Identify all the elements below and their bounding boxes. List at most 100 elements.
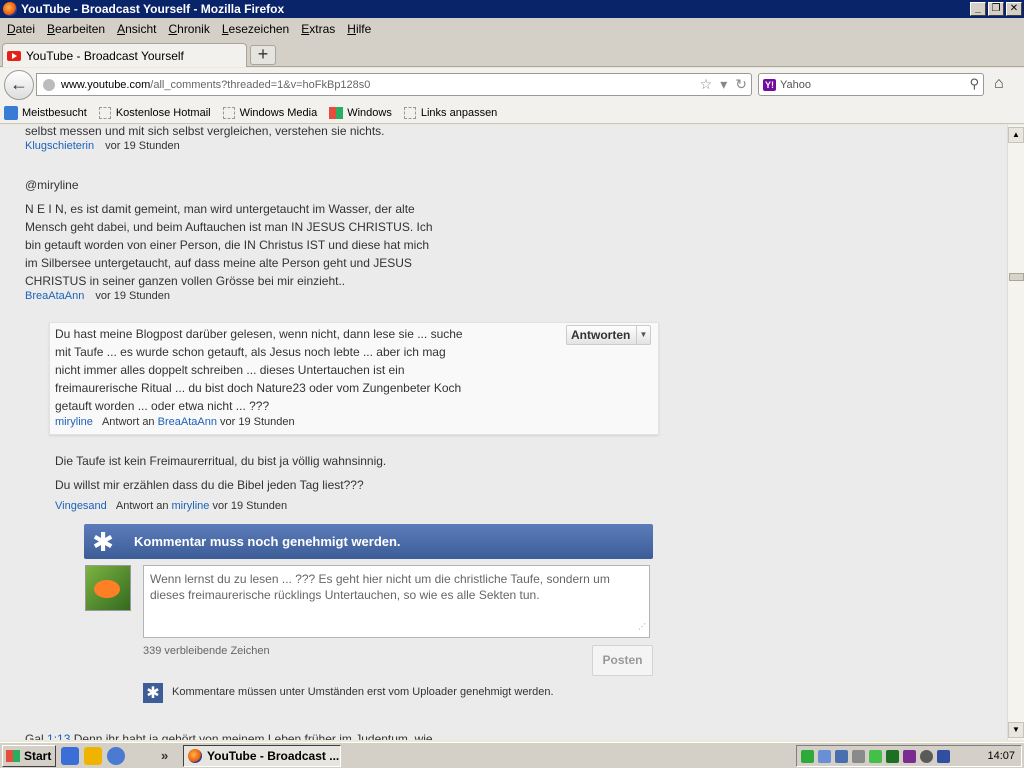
vertical-scrollbar[interactable]: ▲ ▼: [1007, 125, 1024, 740]
yahoo-icon[interactable]: Y!: [763, 78, 776, 91]
menu-hilfe[interactable]: Hilfe: [343, 22, 375, 36]
reply-line: nicht immer alles doppelt schreiben ... …: [55, 363, 405, 377]
comment-text-cut: selbst messen und mit sich selbst vergle…: [25, 125, 385, 138]
bookmark-label: Kostenlose Hotmail: [115, 106, 211, 119]
search-bar[interactable]: Y! Yahoo ⚲: [758, 73, 984, 96]
comment-time: vor 19 Stunden: [212, 500, 288, 512]
new-tab-button[interactable]: +: [250, 45, 276, 65]
tab-label: YouTube - Broadcast Yourself: [26, 48, 184, 63]
asterisk-icon: ✱: [143, 683, 163, 703]
reload-icon[interactable]: ↻: [735, 76, 747, 93]
scroll-thumb[interactable]: [1009, 273, 1024, 281]
reply-to-label: Antwort an: [115, 500, 169, 512]
reply-line: Du hast meine Blogpost darüber gelesen, …: [55, 327, 463, 341]
asterisk-icon: ✱: [92, 526, 114, 557]
bookmark-label: Windows Media: [239, 106, 318, 119]
tray-app-icon[interactable]: [937, 749, 950, 763]
comment-textarea[interactable]: Wenn lernst du zu lesen ... ??? Es geht …: [143, 565, 650, 638]
scroll-down-button[interactable]: ▼: [1008, 722, 1024, 738]
firefox-logo-icon: [3, 2, 17, 16]
tray-app-icon[interactable]: [920, 749, 933, 763]
reply-line: freimaurerische Ritual ... du bist doch …: [55, 381, 462, 395]
menu-extras[interactable]: Extras: [297, 22, 339, 36]
minimize-button[interactable]: _: [970, 2, 986, 16]
tray-battery-icon[interactable]: [869, 749, 882, 763]
reply-button[interactable]: Antworten ▼: [566, 325, 651, 345]
back-button[interactable]: ←: [4, 70, 34, 100]
comment-line: Die Taufe ist kein Freimaurerritual, du …: [55, 454, 387, 468]
comment-draft-text: Wenn lernst du zu lesen ... ??? Es geht …: [150, 572, 610, 602]
menu-ansicht[interactable]: Ansicht: [113, 22, 160, 36]
url-bar[interactable]: www.youtube.com /all_comments?threaded=1…: [36, 73, 752, 96]
bookmark-windows[interactable]: Windows: [329, 106, 392, 119]
close-button[interactable]: ✕: [1006, 2, 1022, 16]
taskbar-firefox-button[interactable]: YouTube - Broadcast ...: [183, 745, 341, 767]
taskbar: Start » YouTube - Broadcast ... 14:07: [0, 742, 1024, 768]
pending-banner-text: Kommentar muss noch genehmigt werden.: [134, 534, 401, 549]
bookmark-links-anpassen[interactable]: Links anpassen: [403, 106, 497, 119]
comment-line: im Silbersee untergetaucht, auf dass mei…: [25, 256, 412, 270]
search-icon[interactable]: ⚲: [969, 76, 979, 92]
home-icon[interactable]: ⌂: [994, 75, 1004, 93]
windows-logo-icon: [329, 106, 344, 119]
media-player-icon[interactable]: [107, 746, 125, 765]
menu-lesezeichen[interactable]: Lesezeichen: [218, 22, 293, 36]
system-tray: 14:07: [796, 745, 1022, 767]
reply-body: Du hast meine Blogpost darüber gelesen, …: [55, 325, 463, 415]
youtube-icon: [7, 50, 21, 61]
reply-to-link[interactable]: miryline: [172, 500, 210, 512]
menu-chronik[interactable]: Chronik: [164, 22, 213, 36]
tray-speaker-icon[interactable]: [852, 749, 865, 763]
bookmark-hotmail[interactable]: Kostenlose Hotmail: [98, 106, 211, 119]
tray-monitor-icon[interactable]: [835, 749, 848, 763]
firefox-logo-icon: [188, 749, 202, 763]
most-visited-icon: [4, 105, 18, 120]
clock-app-icon[interactable]: [84, 746, 102, 765]
comment-line: N E I N, es ist damit gemeint, man wird …: [25, 202, 415, 216]
tray-app-icon[interactable]: [886, 749, 899, 763]
page-content: selbst messen und mit sich selbst vergle…: [0, 125, 1007, 740]
reply-to-label: Antwort an: [101, 416, 155, 428]
bookmarks-bar: Meistbesucht Kostenlose Hotmail Windows …: [0, 102, 1024, 124]
page-icon: [222, 106, 235, 119]
window-title: YouTube - Broadcast Yourself - Mozilla F…: [21, 2, 285, 16]
comment-author-link[interactable]: BreaAtaAnn: [25, 290, 84, 302]
title-bar: YouTube - Broadcast Yourself - Mozilla F…: [0, 0, 1024, 18]
bible-ref-link[interactable]: 1:13: [47, 732, 70, 740]
reply-line: mit Taufe ... es wurde schon getauft, al…: [55, 345, 446, 359]
tab-youtube[interactable]: YouTube - Broadcast Yourself: [2, 43, 247, 67]
comment-author-link[interactable]: Vingesand: [55, 500, 107, 512]
comment-line: Mensch geht dabei, und beim Auftauchen i…: [25, 220, 433, 234]
menu-bar: Datei Bearbeiten Ansicht Chronik Lesezei…: [0, 18, 1024, 40]
post-button[interactable]: Posten: [592, 645, 653, 676]
avatar[interactable]: [85, 565, 131, 611]
comment-mention: @miryline: [25, 178, 79, 192]
tray-app-icon[interactable]: [903, 749, 916, 763]
menu-datei[interactable]: Datei: [3, 22, 39, 36]
star-bookmark-icon[interactable]: ☆: [700, 76, 713, 93]
resize-grip-icon[interactable]: ⋰: [638, 619, 646, 635]
moderation-notice: Kommentare müssen unter Umständen erst v…: [172, 686, 554, 698]
page-icon: [98, 106, 111, 119]
reply-author-link[interactable]: miryline: [55, 416, 93, 428]
tray-network-icon[interactable]: [818, 749, 831, 763]
comment-time: vor 19 Stunden: [105, 140, 180, 152]
comment-text-cut: Gal 1:13 Denn ihr habt ja gehört von mei…: [25, 730, 433, 740]
search-placeholder: Yahoo: [780, 78, 811, 91]
bookmark-meistbesucht[interactable]: Meistbesucht: [4, 105, 87, 120]
bookmark-windows-media[interactable]: Windows Media: [222, 106, 318, 119]
chevron-down-icon[interactable]: ▼: [636, 326, 650, 344]
scroll-up-button[interactable]: ▲: [1008, 127, 1024, 143]
ie-icon[interactable]: [61, 746, 79, 765]
menu-bearbeiten[interactable]: Bearbeiten: [43, 22, 109, 36]
quicklaunch-more-icon[interactable]: »: [161, 748, 168, 763]
restore-button[interactable]: ❐: [988, 2, 1004, 16]
reply-button-label: Antworten: [571, 328, 631, 342]
tab-bar: YouTube - Broadcast Yourself +: [0, 40, 1024, 67]
start-button[interactable]: Start: [2, 744, 56, 767]
reply-to-link[interactable]: BreaAtaAnn: [158, 416, 217, 428]
chevron-down-icon[interactable]: ▾: [720, 76, 727, 93]
comment-author-link[interactable]: Klugschieterin: [25, 140, 94, 152]
page-icon: [403, 106, 416, 119]
tray-security-icon[interactable]: [801, 749, 814, 763]
